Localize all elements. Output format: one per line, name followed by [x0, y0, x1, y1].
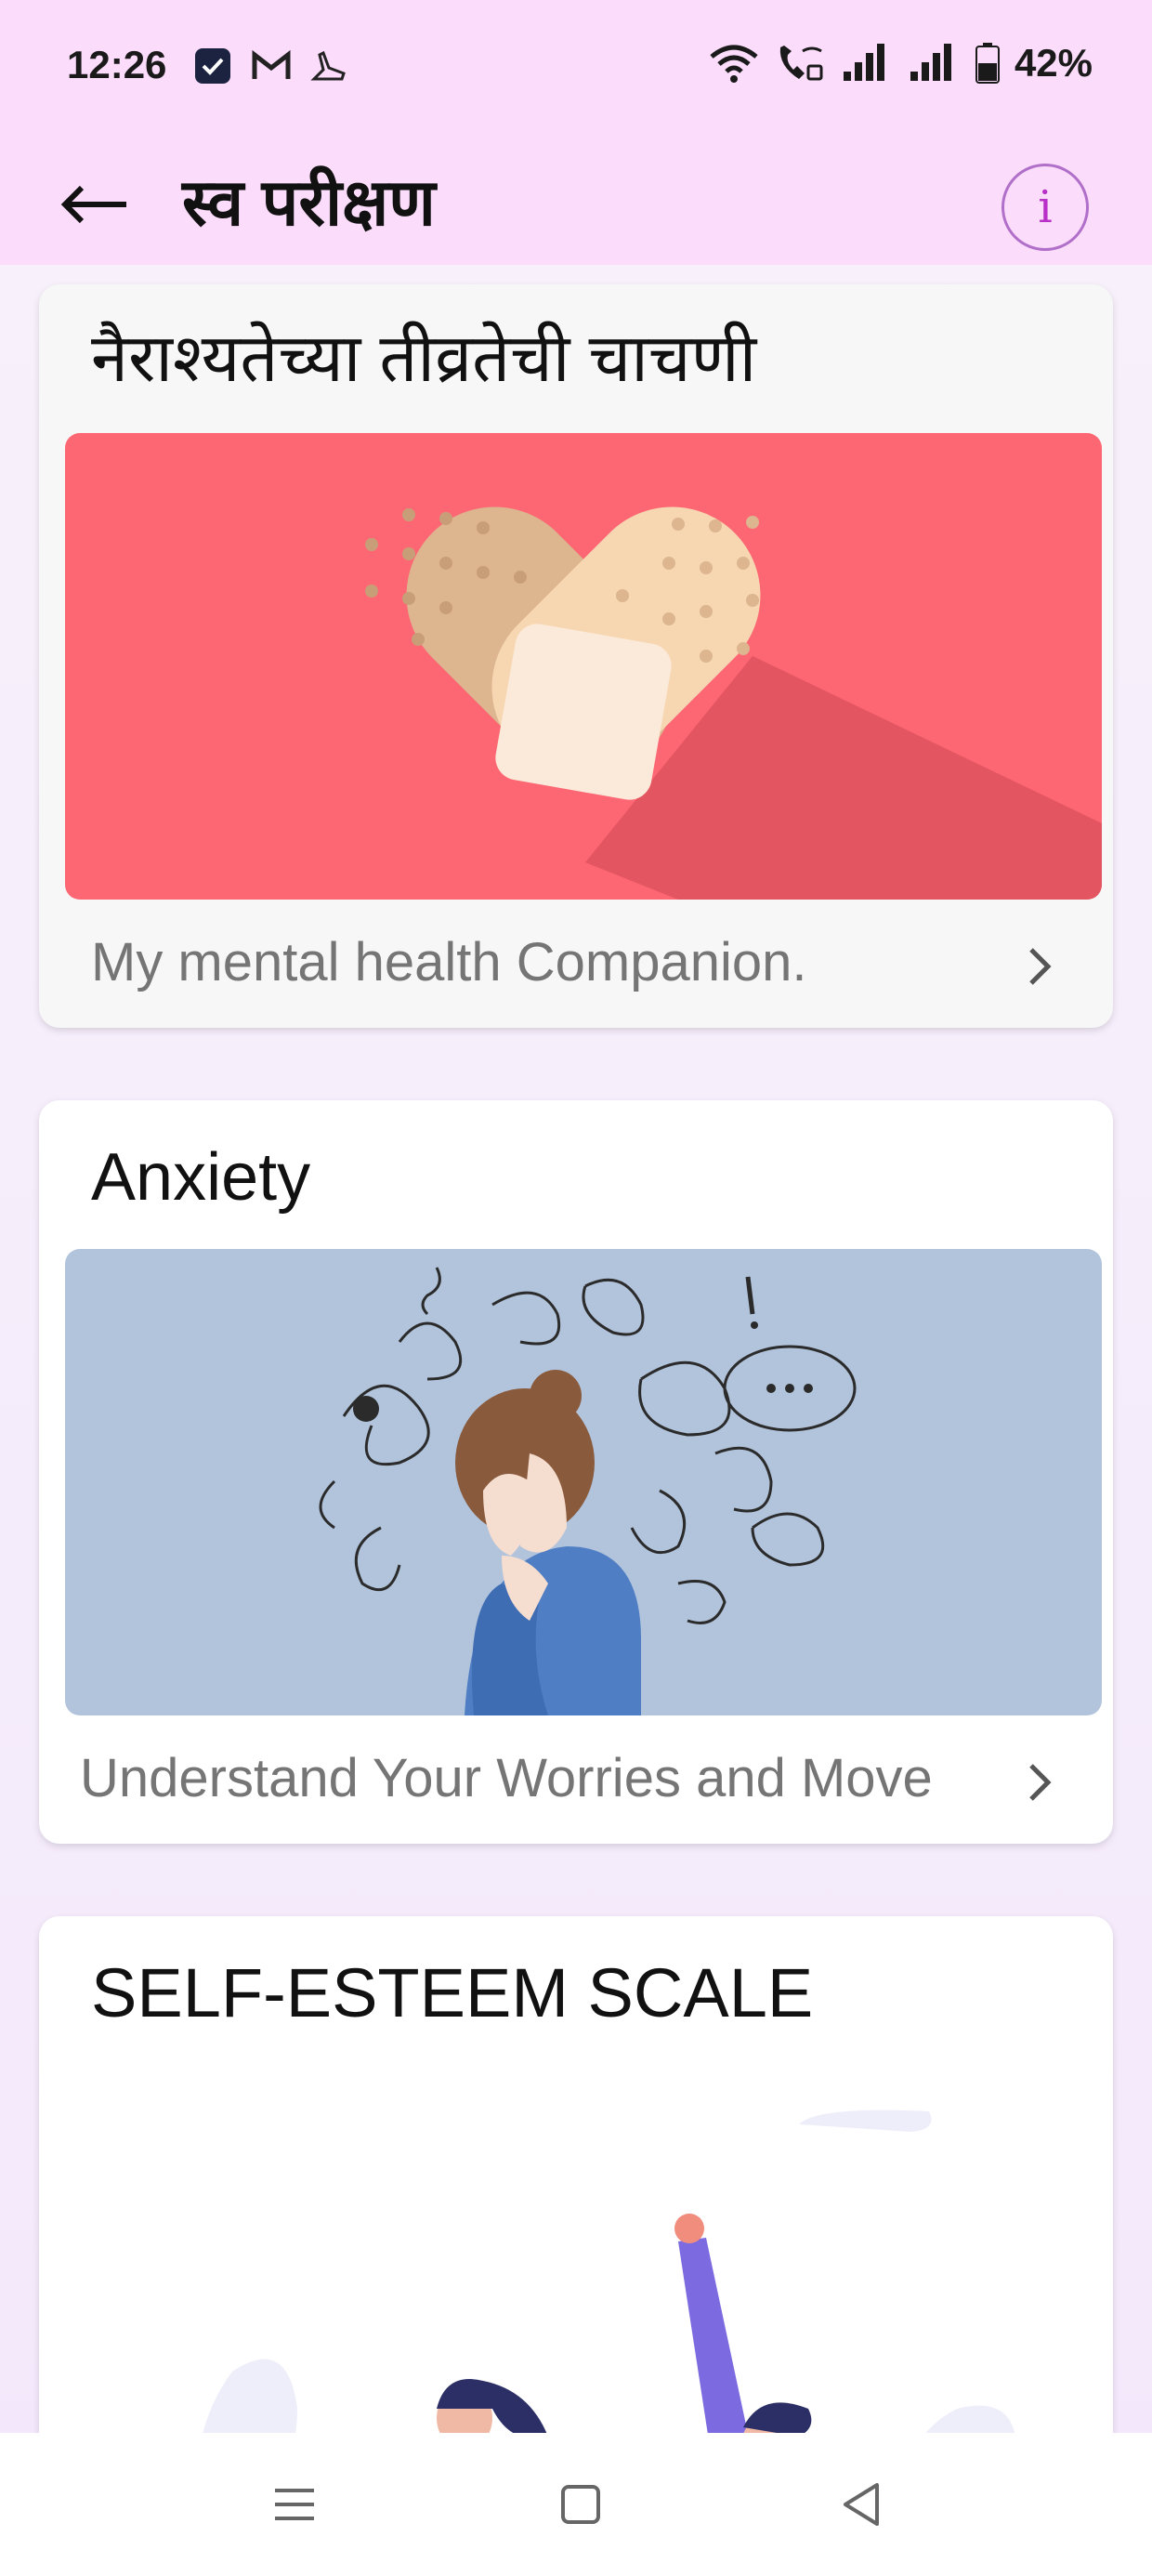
- card-title: नैराश्यतेच्या तीव्रतेची चाचणी: [91, 322, 757, 396]
- page-title: स्व परीक्षण: [182, 166, 436, 239]
- info-button[interactable]: i: [1001, 164, 1089, 251]
- menu-icon[interactable]: [262, 2472, 327, 2537]
- app-screen: 12:26 42% स्व परीक्षण i नैराश्यतेच्या ती…: [0, 0, 1152, 2576]
- battery-icon: [975, 43, 1000, 84]
- anxious-woman-illustration: [65, 1249, 1102, 1715]
- battery-percentage: 42%: [1014, 41, 1093, 85]
- home-icon[interactable]: [548, 2472, 613, 2537]
- chevron-right-icon: [1029, 1764, 1052, 1801]
- status-bar: 12:26 42%: [0, 0, 1152, 139]
- card-title: Anxiety: [91, 1140, 311, 1215]
- gmail-icon: [252, 49, 291, 79]
- wifi-calling-icon: [779, 46, 823, 81]
- signal-icon: [910, 44, 951, 81]
- card-title: SELF-ESTEEM SCALE: [91, 1954, 814, 2031]
- system-nav-bar: [0, 2433, 1152, 2576]
- back-triangle-icon[interactable]: [829, 2472, 894, 2537]
- info-icon: i: [1038, 181, 1053, 233]
- status-notification-icons: [193, 46, 347, 85]
- chevron-right-icon: [1029, 948, 1052, 985]
- wifi-icon: [710, 45, 758, 83]
- app-bar: स्व परीक्षण i: [0, 139, 1152, 265]
- back-button[interactable]: [48, 158, 141, 251]
- signal-icon: [843, 44, 884, 81]
- status-time: 12:26: [67, 43, 167, 86]
- status-system-icons: 42%: [708, 41, 1093, 85]
- test-card-depression[interactable]: नैराश्यतेच्या तीव्रतेची चाचणी My mental …: [39, 284, 1113, 1028]
- tasks-app-icon: [195, 48, 230, 84]
- card-subtitle: My mental health Companion.: [91, 932, 807, 992]
- arrow-left-icon: [60, 185, 126, 224]
- card-subtitle: Understand Your Worries and Move: [80, 1748, 933, 1808]
- heart-bandage-illustration: [65, 433, 1102, 900]
- shoe-icon: [310, 50, 346, 81]
- test-card-anxiety[interactable]: Anxiety Understand Your Worries and Move: [39, 1100, 1113, 1844]
